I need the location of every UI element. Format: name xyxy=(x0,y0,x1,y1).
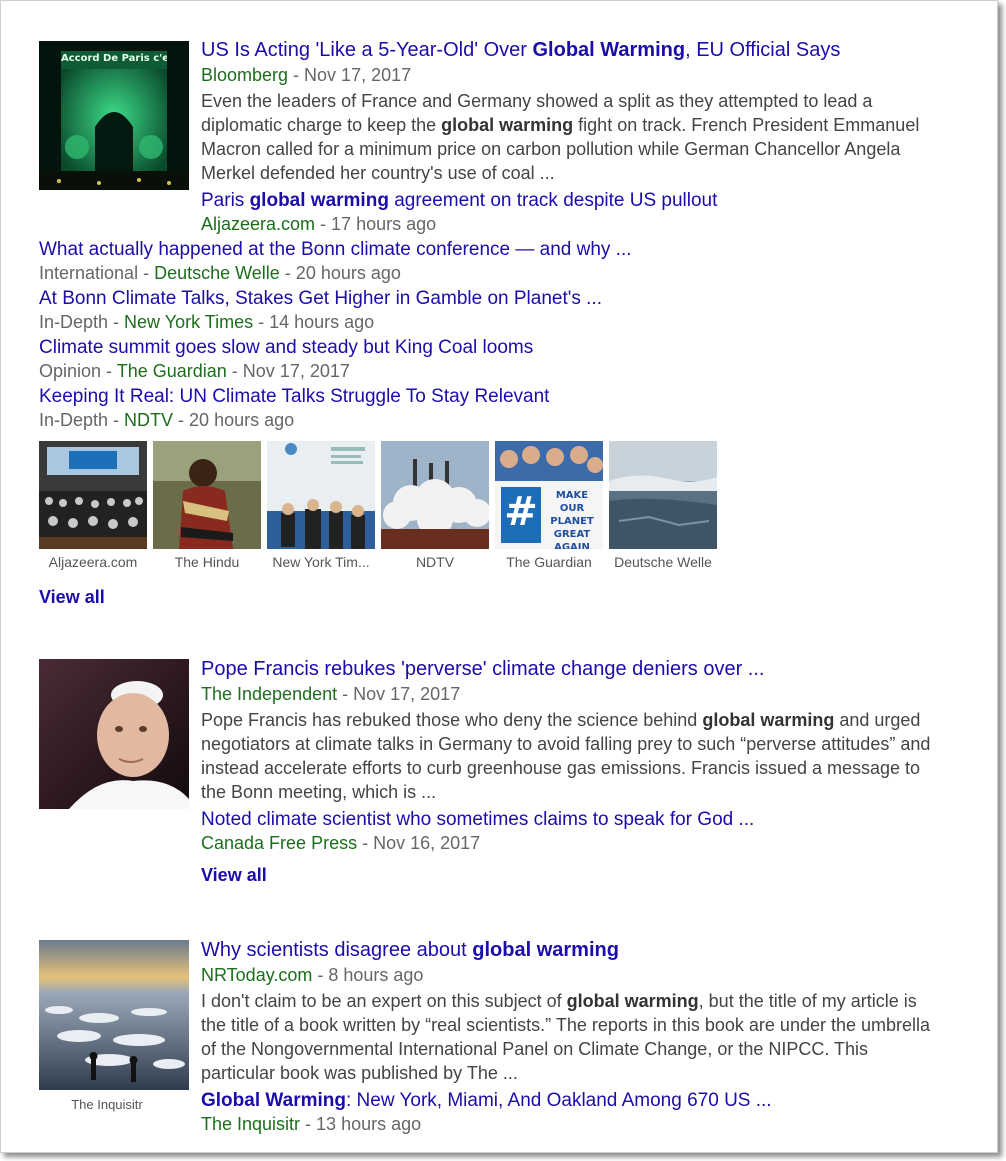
more-source-1: International - Deutsche Welle - 20 hour… xyxy=(39,262,401,285)
story1-view-all-link[interactable]: View all xyxy=(39,587,105,608)
story2-related-link[interactable]: Noted climate scientist who sometimes cl… xyxy=(201,808,754,832)
story1-related-source: Aljazeera.com - 17 hours ago xyxy=(201,213,436,236)
story1-title-link[interactable]: US Is Acting 'Like a 5-Year-Old' Over Gl… xyxy=(201,38,840,62)
more-source-3: Opinion - The Guardian - Nov 17, 2017 xyxy=(39,360,350,383)
more-publisher[interactable]: NDTV xyxy=(124,410,173,430)
story2-date: - Nov 17, 2017 xyxy=(337,684,461,704)
more-label: International - xyxy=(39,263,155,283)
story2-image[interactable] xyxy=(39,659,189,809)
story3-title-bold: global warming xyxy=(472,939,619,961)
more-label: Opinion - xyxy=(39,361,117,381)
thumb-caption[interactable]: The Guardian xyxy=(493,554,605,570)
more-link-2[interactable]: At Bonn Climate Talks, Stakes Get Higher… xyxy=(39,287,602,311)
story2-related-publisher[interactable]: Canada Free Press xyxy=(201,833,357,853)
svg-text:#: # xyxy=(504,489,538,535)
story2-related-date: - Nov 16, 2017 xyxy=(357,833,481,853)
story2-publisher[interactable]: The Independent xyxy=(201,684,337,704)
story1-title-post: , EU Official Says xyxy=(685,39,841,61)
story3-title-link[interactable]: Why scientists disagree about global war… xyxy=(201,938,619,962)
thumb-caption[interactable]: NDTV xyxy=(379,554,491,570)
thumb-caption[interactable]: New York Tim... xyxy=(265,554,377,570)
more-link-4[interactable]: Keeping It Real: UN Climate Talks Strugg… xyxy=(39,385,549,409)
thumb-caption[interactable]: The Hindu xyxy=(151,554,263,570)
story2-view-all-link[interactable]: View all xyxy=(201,865,267,886)
more-publisher[interactable]: New York Times xyxy=(124,312,253,332)
story1-image-text: Accord De Paris c'est fait! xyxy=(61,53,167,64)
story3-source-line: NRToday.com - 8 hours ago xyxy=(201,964,423,987)
story3-related-link[interactable]: Global Warming: New York, Miami, And Oak… xyxy=(201,1089,772,1113)
story3-related-source: The Inquisitr - 13 hours ago xyxy=(201,1113,421,1136)
story1-title-pre: US Is Acting 'Like a 5-Year-Old' Over xyxy=(201,39,533,61)
story3-image[interactable] xyxy=(39,940,189,1090)
related-title-post: agreement on track despite US pullout xyxy=(388,190,718,211)
guardian-sign-text: MAKE OUR PLANET GREAT AGAIN xyxy=(550,490,594,549)
story3-related-date: - 13 hours ago xyxy=(300,1114,422,1134)
news-results-panel: Accord De Paris c'est fait! US Is Acting… xyxy=(0,0,998,1153)
story1-source-line: Bloomberg - Nov 17, 2017 xyxy=(201,64,411,87)
more-publisher[interactable]: Deutsche Welle xyxy=(154,263,280,283)
more-date: - 14 hours ago xyxy=(253,312,375,332)
story1-title-bold: Global Warming xyxy=(532,39,686,61)
story3-image-caption[interactable]: The Inquisitr xyxy=(39,1097,175,1112)
more-source-4: In-Depth - NDTV - 20 hours ago xyxy=(39,409,294,432)
more-link-3[interactable]: Climate summit goes slow and steady but … xyxy=(39,336,533,360)
story1-image[interactable]: Accord De Paris c'est fait! xyxy=(39,41,189,190)
thumb-caption[interactable]: Aljazeera.com xyxy=(37,554,149,570)
story1-related-link[interactable]: Paris global warming agreement on track … xyxy=(201,189,717,213)
thumb-deutsche-welle[interactable] xyxy=(609,441,717,549)
story3-related-bold: Global Warming xyxy=(201,1090,346,1111)
thumb-aljazeera[interactable] xyxy=(39,441,147,549)
related-date: - 17 hours ago xyxy=(315,214,437,234)
story3-snippet-part1: I don't claim to be an expert on this su… xyxy=(201,991,567,1011)
story2-related-source: Canada Free Press - Nov 16, 2017 xyxy=(201,832,480,855)
more-date: - 20 hours ago xyxy=(173,410,295,430)
story1-date: - Nov 17, 2017 xyxy=(288,65,412,85)
thumb-ndtv[interactable] xyxy=(381,441,489,549)
more-label: In-Depth - xyxy=(39,410,125,430)
story2-source-line: The Independent - Nov 17, 2017 xyxy=(201,683,460,706)
thumb-caption[interactable]: Deutsche Welle xyxy=(607,554,719,570)
story3-date: - 8 hours ago xyxy=(312,965,424,985)
story2-snippet-bold: global warming xyxy=(702,710,835,730)
story1-snippet-bold: global warming xyxy=(441,115,574,135)
thumb-new-york-times[interactable] xyxy=(267,441,375,549)
thumb-the-guardian[interactable]: # MAKE OUR PLANET GREAT AGAIN xyxy=(495,441,603,549)
more-link-1[interactable]: What actually happened at the Bonn clima… xyxy=(39,238,632,262)
story2-title-link[interactable]: Pope Francis rebukes 'perverse' climate … xyxy=(201,657,764,681)
more-label: In-Depth - xyxy=(39,312,125,332)
story2-snippet-part1: Pope Francis has rebuked those who deny … xyxy=(201,710,703,730)
thumb-the-hindu[interactable] xyxy=(153,441,261,549)
more-publisher[interactable]: The Guardian xyxy=(117,361,227,381)
more-date: - Nov 17, 2017 xyxy=(226,361,350,381)
related-title-bold: global warming xyxy=(249,190,389,211)
story3-related-publisher[interactable]: The Inquisitr xyxy=(201,1114,300,1134)
story3-title-pre: Why scientists disagree about xyxy=(201,939,473,961)
more-date: - 20 hours ago xyxy=(279,263,401,283)
story2-snippet: Pope Francis has rebuked those who deny … xyxy=(201,708,931,804)
story3-publisher[interactable]: NRToday.com xyxy=(201,965,312,985)
story3-related-post: : New York, Miami, And Oakland Among 670… xyxy=(345,1090,772,1111)
story1-publisher[interactable]: Bloomberg xyxy=(201,65,288,85)
story1-snippet: Even the leaders of France and Germany s… xyxy=(201,89,931,185)
story3-snippet-bold: global warming xyxy=(566,991,699,1011)
more-source-2: In-Depth - New York Times - 14 hours ago xyxy=(39,311,374,334)
related-publisher[interactable]: Aljazeera.com xyxy=(201,214,315,234)
related-title-pre: Paris xyxy=(201,190,250,211)
story3-snippet: I don't claim to be an expert on this su… xyxy=(201,989,931,1085)
